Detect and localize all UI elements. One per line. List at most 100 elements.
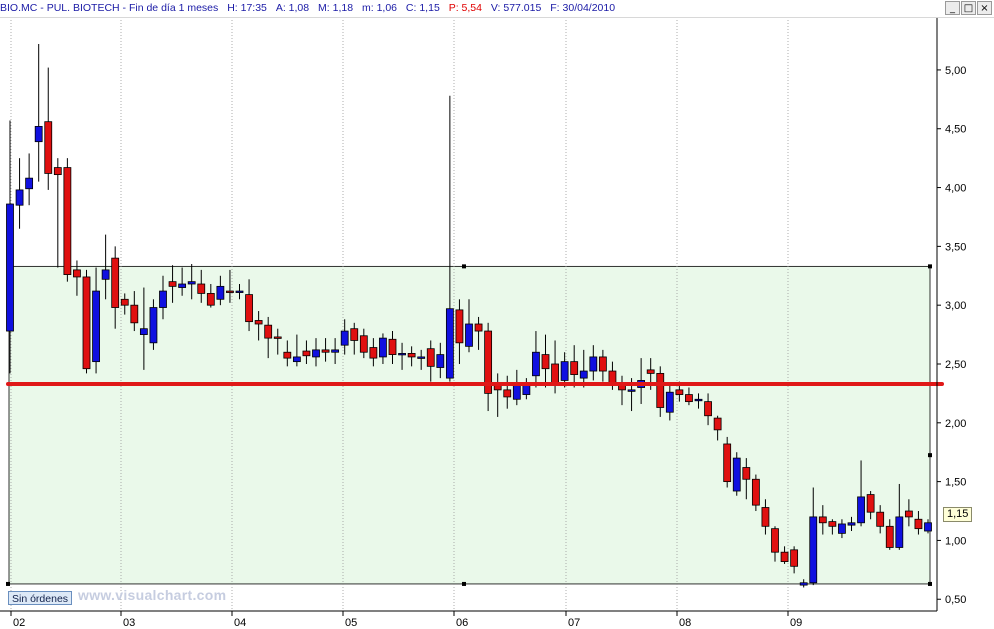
p-value: 5,54	[461, 2, 482, 14]
candle-down	[723, 443, 732, 483]
candle-down	[503, 389, 512, 398]
candle-up	[732, 457, 741, 492]
candle-up	[436, 354, 445, 368]
c-value: 1,15	[419, 2, 440, 14]
candle-up	[159, 290, 167, 308]
candle-down	[53, 167, 62, 176]
candle-down	[818, 516, 827, 524]
y-tick-label: 2,00	[945, 418, 966, 430]
x-tick-label: 03	[123, 617, 135, 629]
candle-down	[359, 335, 368, 353]
zone-handle	[928, 581, 932, 586]
candle-up	[292, 356, 301, 363]
candle-down	[120, 298, 129, 306]
candle-down	[914, 518, 923, 530]
candle-down	[388, 338, 397, 355]
separator: -	[122, 2, 127, 14]
x-tick-label: 07	[568, 617, 580, 629]
candle-up	[340, 330, 349, 346]
candle-down	[742, 467, 751, 480]
p-label: P:	[448, 2, 459, 14]
v-label: V:	[490, 2, 501, 14]
candle-up	[522, 384, 531, 395]
candle-down	[111, 257, 120, 308]
zone-handle	[462, 264, 466, 269]
candle-up	[924, 522, 932, 532]
y-tick-label: 4,50	[945, 124, 966, 136]
candle-down	[264, 324, 273, 339]
m-value: 1,18	[332, 2, 354, 14]
x-tick-label: 02	[13, 617, 25, 629]
candle-up	[532, 351, 540, 377]
candle-up	[331, 349, 340, 353]
y-tick-label: 4,00	[945, 183, 966, 195]
candle-down	[168, 281, 177, 287]
candle-down	[82, 276, 91, 370]
candle-down	[369, 347, 378, 359]
candle-down	[790, 549, 799, 567]
zone-handle	[462, 581, 466, 586]
candle-up	[857, 496, 865, 524]
v-value: 577.015	[503, 2, 542, 14]
close-button[interactable]: ×	[977, 1, 992, 15]
candle-up	[92, 290, 100, 363]
separator: -	[40, 2, 44, 14]
candle-up	[445, 308, 454, 379]
min-label: m:	[361, 2, 374, 14]
y-tick-label: 5,00	[945, 65, 966, 77]
candle-down	[675, 389, 684, 395]
candle-down	[474, 323, 483, 332]
candle-up	[799, 582, 808, 586]
candle-down	[904, 510, 913, 518]
candle-up	[6, 203, 14, 332]
maximize-button[interactable]: □	[961, 1, 976, 15]
y-tick-label: 1,50	[945, 477, 966, 489]
a-value: 1,08	[288, 2, 310, 14]
candle-down	[828, 521, 837, 527]
zone-handle	[6, 581, 10, 586]
candle-down	[63, 167, 72, 275]
candle-up	[838, 523, 846, 534]
candle-down	[245, 294, 253, 323]
candle-up	[560, 361, 569, 381]
candle-down	[598, 356, 607, 372]
y-tick-label: 3,50	[945, 241, 966, 253]
orders-status-button[interactable]: Sin órdenes	[8, 591, 73, 605]
candle-down	[254, 320, 263, 325]
y-tick-label: 2,50	[945, 359, 966, 371]
last-price-label: 1,15	[943, 507, 973, 522]
candle-down	[226, 290, 234, 293]
symbol: BIO.MC	[0, 2, 38, 14]
candle-down	[321, 349, 330, 353]
h-value: 17:35	[240, 2, 267, 14]
candle-down	[771, 528, 779, 553]
minimize-button[interactable]: _	[945, 1, 960, 15]
candle-down	[876, 511, 885, 527]
candle-down	[780, 551, 789, 562]
candle-up	[379, 337, 387, 358]
candle-down	[197, 283, 206, 294]
x-tick-label: 06	[456, 617, 468, 629]
candle-up	[34, 125, 43, 143]
price-chart[interactable]: 0,50 1,00 1,50 2,00 2,50 3,00 3,50 4,00 4,50 5,00…	[0, 0, 994, 629]
watermark: www.visualchart.com	[78, 587, 227, 603]
a-label: A:	[275, 2, 286, 14]
candle-down	[541, 354, 550, 370]
candle-up	[235, 290, 244, 293]
candle-down	[866, 494, 875, 513]
zone-handle	[928, 264, 932, 269]
candle-up	[417, 356, 426, 359]
c-label: C:	[405, 2, 417, 14]
chart-header: BIO.MC - PUL. BIOTECH - Fin de día 1 mes…	[0, 0, 994, 18]
y-axis: 0,50 1,00 1,50 2,00 2,50 3,00 3,50 4,00 4,50 5,00	[937, 65, 966, 606]
period: Fin de día 1 meses	[128, 2, 219, 14]
candle-down	[455, 309, 464, 344]
candle-down	[646, 369, 655, 374]
candle-down	[704, 401, 712, 417]
candle-down	[44, 121, 53, 174]
candle-down	[283, 351, 292, 359]
x-axis: 02 03 04 05 06 07 08 09	[10, 611, 802, 629]
candle-down	[206, 293, 215, 306]
candle-down	[130, 304, 139, 324]
candle-up	[149, 307, 158, 344]
